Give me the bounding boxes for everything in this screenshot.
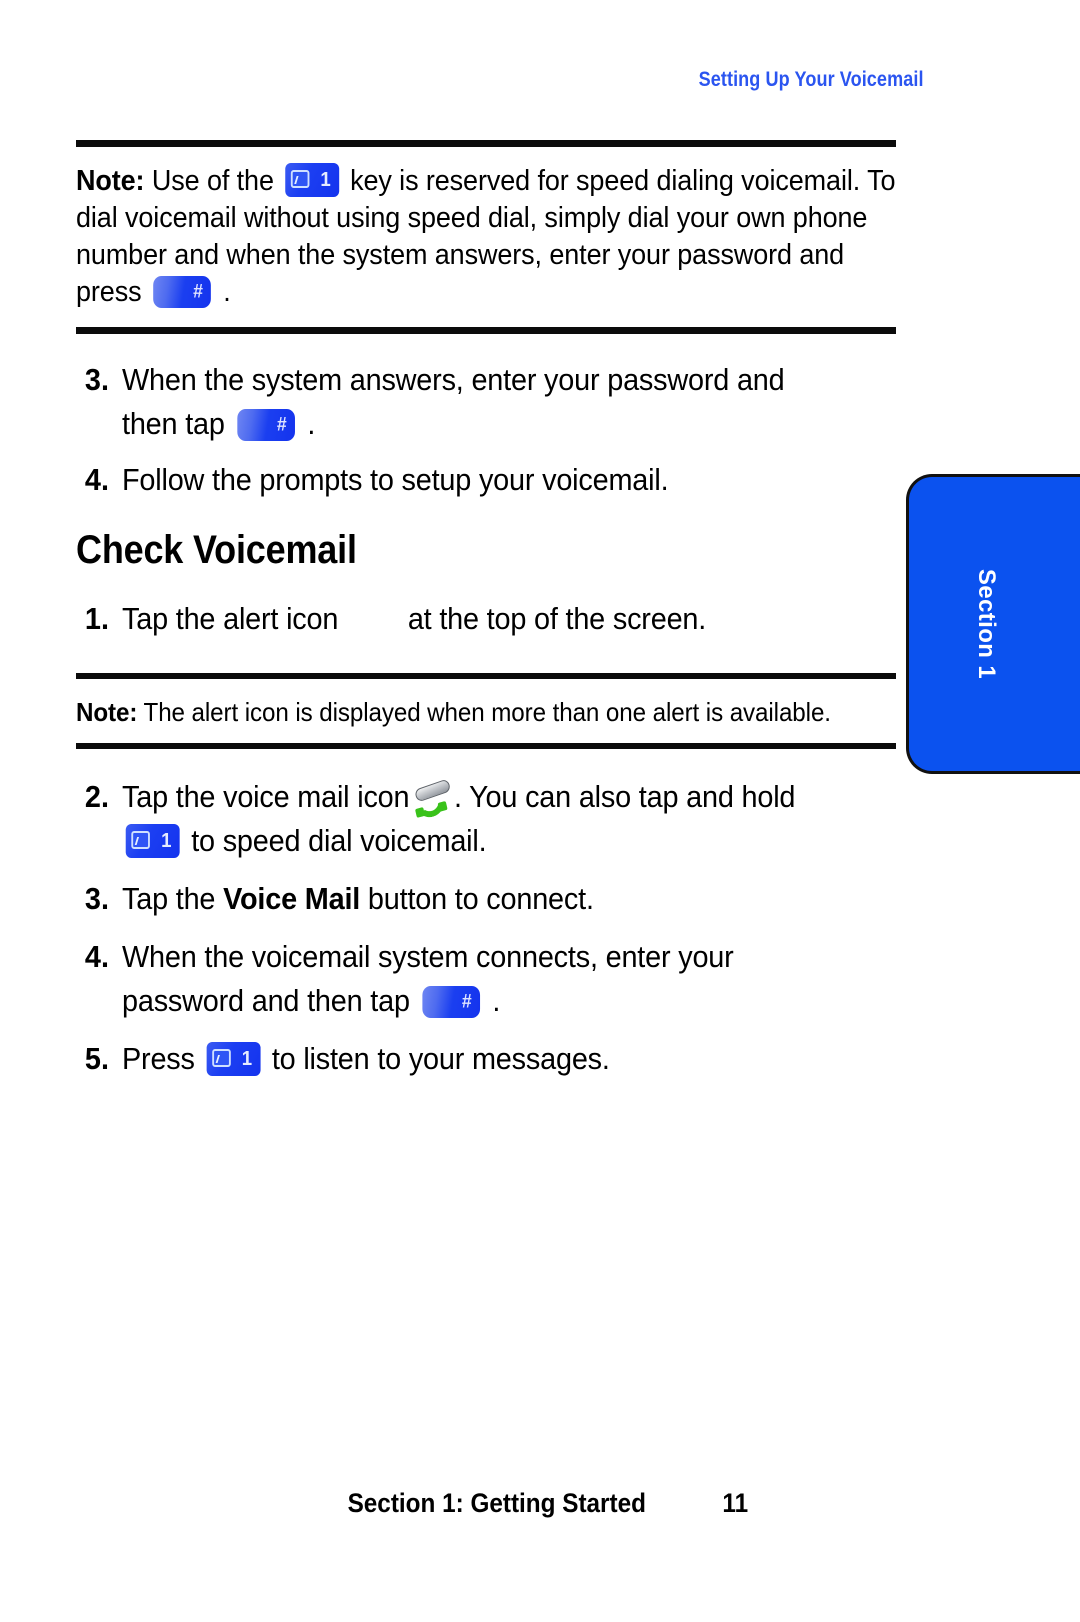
step-text: Tap the alert icon at the top of the scr… [122,597,842,641]
note-block-2: Note: The alert icon is displayed when m… [76,679,896,729]
manual-page: Setting Up Your Voicemail Note: Use of t… [0,0,1080,1622]
voicemail-one-key-icon: 1 [206,1042,261,1076]
step-3b-text-a: Tap the [122,881,224,916]
step-text: Tap the voice mail icon . You can also t… [122,775,842,863]
list-item-step-2: 2. Tap the voice mail icon . You can als… [76,775,896,863]
step-2-text-c: to speed dial voicemail. [191,823,487,858]
list-item-step-4: 4. Follow the prompts to setup your voic… [76,458,896,502]
voicemail-one-key-icon: 1 [285,163,339,197]
hash-glyph: # [193,281,203,303]
note-1-label: Note: [76,165,145,197]
voice-mail-icon [411,778,452,821]
note-1-text-part-1: Use of the [151,165,274,197]
one-digit-glyph: 1 [241,1048,252,1070]
step-number: 1. [84,601,109,636]
hash-key-icon: # [153,276,212,308]
page-number: 11 [721,1488,748,1518]
step-number: 5. [84,1041,109,1076]
note-2-text: The alert icon is displayed when more th… [143,697,832,727]
check-steps-list-a: 1. Tap the alert icon at the top of the … [76,597,896,641]
step-text: Press 1 to listen to your messages. [122,1037,842,1081]
hash-glyph: # [276,414,287,436]
note-2-label: Note: [76,697,138,727]
one-digit-glyph: 1 [161,830,172,852]
step-2-text-b: . You can also tap and hold [454,779,796,814]
page-title: Check Voicemail [76,528,357,572]
section-tab-label: Section 1 [973,568,1001,680]
list-item-step-4b: 4. When the voicemail system connects, e… [76,935,896,1023]
cassette-glyph [131,831,150,849]
step-text: When the voicemail system connects, ente… [122,935,842,1023]
step-number: 2. [84,779,109,814]
hash-glyph: # [461,991,472,1013]
divider-rule-after-note-1 [76,327,896,334]
divider-rule-top [76,140,896,147]
note-block-1: Note: Use of the 1 key is reserved for s… [76,147,896,311]
step-number: 3. [84,881,109,916]
list-item-step-3b: 3. Tap the Voice Mail button to connect. [76,877,896,921]
content-column: Note: Use of the 1 key is reserved for s… [76,140,896,1083]
setup-steps-list: 3. When the system answers, enter your p… [76,358,896,502]
step-2-text-a: Tap the voice mail icon [122,779,410,814]
voicemail-one-key-icon: 1 [125,824,180,858]
list-item-step-1: 1. Tap the alert icon at the top of the … [76,597,896,641]
step-3b-text-b: button to connect. [360,881,594,916]
step-text: Follow the prompts to setup your voicema… [122,462,669,497]
cassette-glyph [290,170,310,188]
page-footer: Section 1: Getting Started 11 [0,1488,1080,1519]
footer-title: Section 1: Getting Started [347,1488,646,1518]
step-number: 4. [84,462,109,497]
step-number: 4. [84,939,109,974]
list-item-step-3: 3. When the system answers, enter your p… [76,358,896,446]
hash-key-icon: # [237,409,295,441]
step-1-text-before: Tap the alert icon [122,601,339,636]
step-text: When the system answers, enter your pass… [122,358,842,446]
hash-key-icon: # [422,986,480,1018]
step-number: 3. [84,362,109,397]
running-head: Setting Up Your Voicemail [699,68,924,91]
step-1-text-after: at the top of the screen. [407,601,707,636]
step-3-text-after: . [307,406,316,441]
section-tab: Section 1 [906,474,1080,774]
voice-mail-button-label: Voice Mail [223,881,361,916]
step-3-text: When the system answers, enter your pass… [122,362,785,441]
step-4b-text-b: . [492,983,501,1018]
note-1-text-part-3: . [223,276,231,308]
list-item-step-5: 5. Press 1 to listen to your messages. [76,1037,896,1081]
step-5-text-b: to listen to your messages. [271,1041,610,1076]
step-5-text-a: Press [122,1041,195,1076]
alert-icon [346,605,400,635]
cassette-glyph [211,1049,231,1067]
one-digit-glyph: 1 [320,169,331,191]
divider-rule-after-note-2 [76,743,896,749]
check-steps-list-b: 2. Tap the voice mail icon . You can als… [76,775,896,1081]
step-text: Tap the Voice Mail button to connect. [122,877,842,921]
